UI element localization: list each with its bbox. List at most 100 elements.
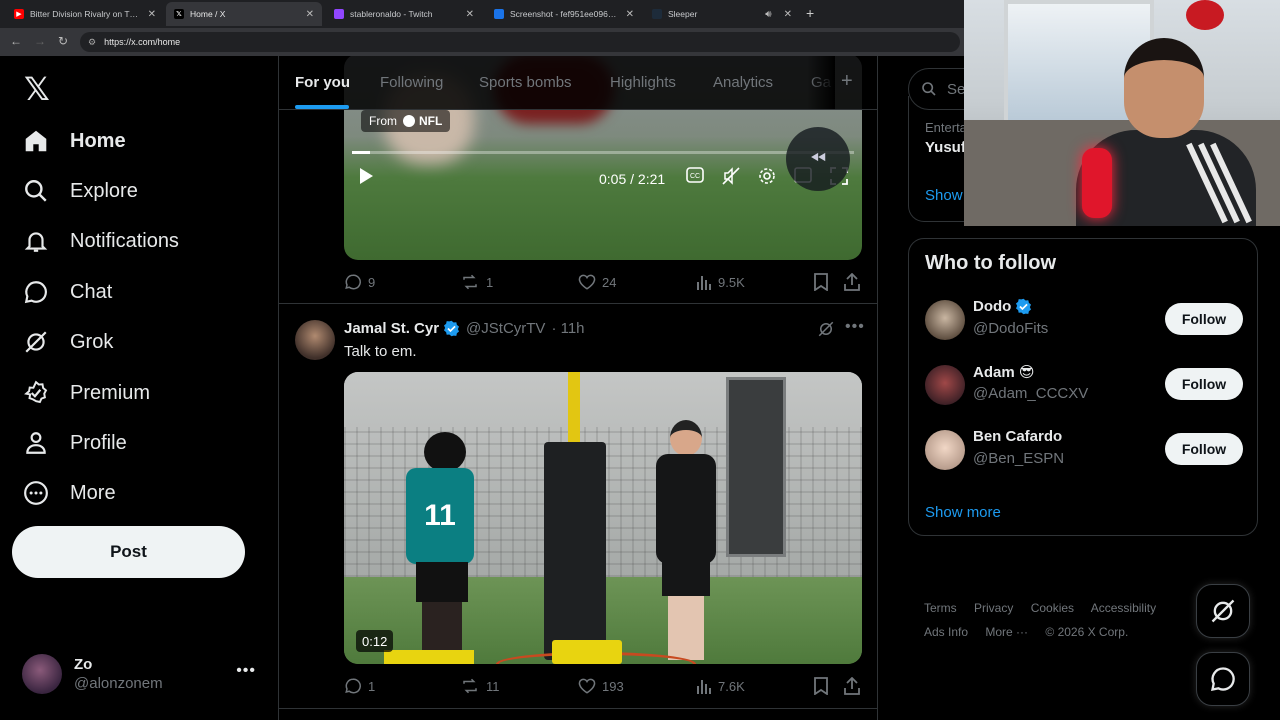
footer-link-ads-info[interactable]: Ads Info — [924, 625, 968, 639]
close-tab-icon[interactable]: ✕ — [784, 9, 792, 20]
tweet-text: Talk to em. — [344, 343, 417, 360]
trend-title[interactable]: Yusuf — [925, 139, 966, 156]
footer-link-more[interactable]: More ··· — [985, 625, 1028, 639]
footer-link-terms[interactable]: Terms — [924, 601, 957, 615]
bookmark-icon[interactable] — [814, 273, 834, 291]
tweet-time: · 11h — [551, 320, 585, 337]
suggested-user[interactable]: Dodo @DodoFits Follow — [925, 298, 1243, 342]
close-tab-icon[interactable]: ✕ — [306, 9, 314, 20]
video-frame — [384, 650, 474, 664]
view-count: 7.6K — [718, 678, 745, 694]
tab-for-you[interactable]: For you — [295, 74, 350, 91]
footer-link-accessibility[interactable]: Accessibility — [1091, 601, 1156, 615]
tab-highlights[interactable]: Highlights — [610, 74, 676, 91]
share-icon[interactable] — [844, 677, 866, 695]
tweet-author[interactable]: Jamal St. Cyr @JStCyrTV · 11h — [344, 320, 585, 337]
grok-fab[interactable] — [1196, 584, 1250, 638]
mute-icon[interactable] — [722, 167, 740, 185]
video-frame — [544, 442, 606, 660]
feed-tabs: For you Following Sports bombs Highlight… — [279, 56, 877, 110]
video-player[interactable]: 11 0:12 — [344, 372, 862, 664]
user-name: Ben Cafardo — [973, 428, 1063, 445]
browser-tab-screenshot[interactable]: Screenshot - fef951ee096158d ✕ — [486, 2, 642, 26]
nav-item-grok[interactable]: Grok — [22, 322, 113, 362]
footer-link-cookies[interactable]: Cookies — [1031, 601, 1074, 615]
follow-button[interactable]: Follow — [1165, 433, 1243, 465]
video-progress-bar[interactable] — [352, 151, 854, 154]
more-dots-icon[interactable]: ••• — [845, 318, 865, 336]
back-icon[interactable]: ← — [10, 34, 22, 48]
follow-button[interactable]: Follow — [1165, 368, 1243, 400]
avatar — [22, 654, 62, 694]
x-logo-icon[interactable]: 𝕏 — [24, 70, 50, 108]
avatar[interactable] — [295, 320, 335, 360]
avatar[interactable] — [925, 300, 965, 340]
repost-button[interactable]: 11 — [460, 677, 500, 695]
forward-icon[interactable]: → — [34, 34, 46, 48]
tab-following[interactable]: Following — [380, 74, 443, 91]
account-switcher[interactable]: Zo @alonzonem ••• — [22, 652, 262, 696]
footer-link-privacy[interactable]: Privacy — [974, 601, 1013, 615]
svg-text:CC: CC — [690, 173, 700, 180]
user-handle: @DodoFits — [973, 320, 1049, 337]
nav-item-premium[interactable]: Premium — [22, 373, 150, 413]
follow-button[interactable]: Follow — [1165, 303, 1243, 335]
source-badge[interactable]: From NFL — [361, 110, 451, 132]
add-tab-icon[interactable]: + — [841, 70, 853, 93]
repost-button[interactable]: 1 — [460, 273, 493, 291]
like-button[interactable]: 193 — [578, 677, 624, 695]
nfl-logo-icon — [403, 115, 415, 127]
reload-icon[interactable]: ↻ — [58, 34, 68, 48]
nav-item-home[interactable]: Home — [22, 121, 126, 161]
nav-item-notifications[interactable]: Notifications — [22, 221, 179, 261]
post-button[interactable]: Post — [12, 526, 245, 578]
browser-tab-youtube[interactable]: ▶ Bitter Division Rivalry on Thank ✕ — [6, 2, 164, 26]
tab-sports-bombs[interactable]: Sports bombs — [479, 74, 572, 91]
browser-tab-sleeper[interactable]: Sleeper 🔊︎ ✕ — [644, 2, 800, 26]
play-icon[interactable] — [358, 167, 374, 185]
speaker-icon[interactable]: 🔊︎ — [765, 9, 771, 20]
profile-icon — [22, 429, 50, 457]
user-name: Dodo — [973, 298, 1032, 315]
show-more-link[interactable]: Show — [925, 187, 963, 204]
views-button[interactable]: 9.5K — [696, 273, 745, 291]
video-frame — [656, 420, 716, 660]
close-tab-icon[interactable]: ✕ — [626, 9, 634, 20]
site-info-icon[interactable]: ⚙︎ — [88, 37, 96, 48]
verified-badge-icon — [1016, 298, 1032, 315]
reply-button[interactable]: 1 — [344, 677, 375, 695]
settings-gear-icon[interactable] — [758, 167, 776, 185]
avatar[interactable] — [925, 365, 965, 405]
tweet-actions: 9 1 24 9.5K — [344, 273, 862, 295]
nav-item-chat[interactable]: Chat — [22, 272, 112, 312]
like-button[interactable]: 24 — [578, 273, 616, 291]
browser-tab-x-home[interactable]: 𝕏 Home / X ✕ — [166, 2, 322, 26]
grok-icon[interactable] — [817, 320, 835, 343]
url-field[interactable]: ⚙︎ https://x.com/home — [80, 32, 960, 52]
nav-label: Premium — [70, 381, 151, 404]
show-more-link[interactable]: Show more — [925, 504, 1001, 521]
new-tab-button[interactable]: + — [806, 5, 814, 21]
tab-title: Bitter Division Rivalry on Thank — [30, 9, 142, 19]
suggested-user[interactable]: Ben Cafardo @Ben_ESPN Follow — [925, 428, 1243, 472]
messages-fab[interactable] — [1196, 652, 1250, 706]
captions-icon[interactable]: CC — [686, 167, 704, 183]
bookmark-icon[interactable] — [814, 677, 834, 695]
nav-item-explore[interactable]: Explore — [22, 171, 138, 211]
close-tab-icon[interactable]: ✕ — [466, 9, 474, 20]
views-icon — [697, 680, 711, 694]
views-button[interactable]: 7.6K — [696, 677, 745, 695]
avatar[interactable] — [925, 430, 965, 470]
nav-item-profile[interactable]: Profile — [22, 423, 127, 463]
close-tab-icon[interactable]: ✕ — [148, 9, 156, 20]
grok-icon — [1211, 599, 1235, 623]
divider — [279, 708, 877, 709]
nav-item-more[interactable]: More — [22, 473, 116, 513]
share-icon[interactable] — [844, 273, 866, 291]
suggested-user[interactable]: Adam 😎 @Adam_CCCXV Follow — [925, 363, 1243, 407]
reply-button[interactable]: 9 — [344, 273, 375, 291]
tab-analytics[interactable]: Analytics — [713, 74, 773, 91]
reply-icon — [345, 274, 361, 290]
browser-tab-twitch[interactable]: stableronaldo - Twitch ✕ — [326, 2, 482, 26]
rewind-icon[interactable]: ⏪︎ — [786, 127, 850, 191]
